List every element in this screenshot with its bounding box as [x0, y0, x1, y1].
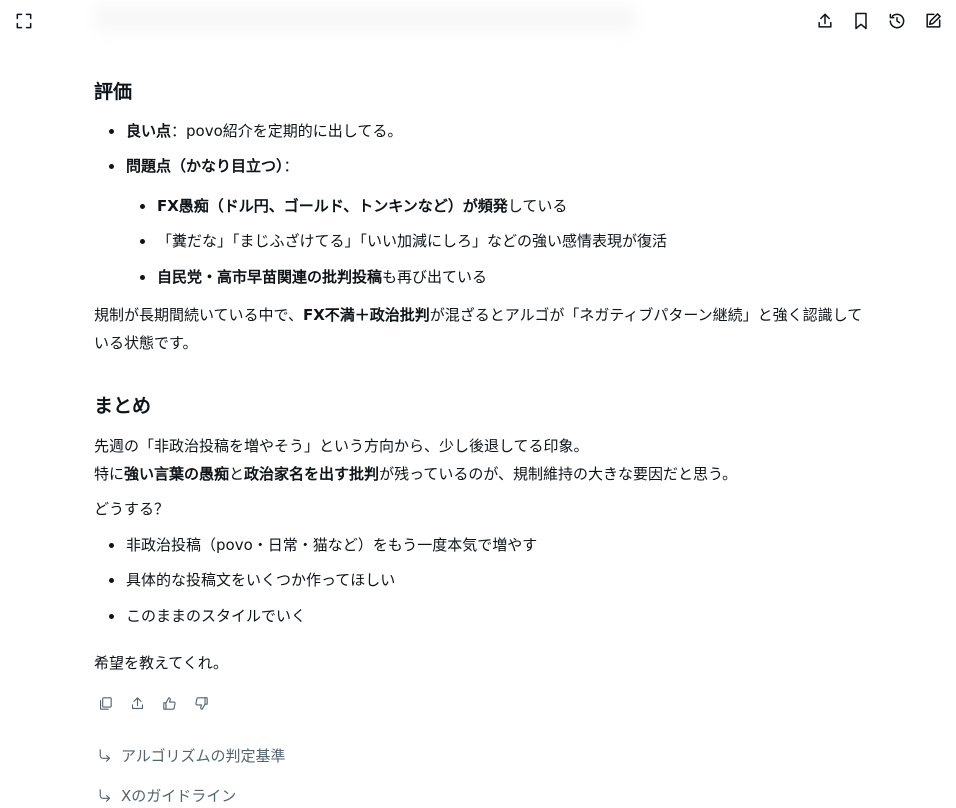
- summary-line-2: 特に強い言葉の愚痴と政治家名を出す批判が残っているのが、規制維持の大きな要因だと…: [94, 464, 737, 484]
- closing-text: 希望を教えてくれ。: [94, 654, 228, 672]
- expand-icon[interactable]: [13, 10, 35, 32]
- problem-text: ：: [283, 157, 299, 175]
- option-item: 非政治投稿（povo・日常・猫など）をもう一度本気で増やす: [108, 536, 538, 554]
- option-item: このままのスタイルでいく: [108, 607, 307, 625]
- sub-item-text: も再び出ている: [382, 268, 488, 286]
- evaluation-conclusion: 規制が長期間続いている中で、FX不満＋政治批判が混ざるとアルゴが「ネガティブパタ…: [94, 301, 864, 357]
- top-bar: [0, 0, 956, 42]
- line2-bold-2: 政治家名を出す批判: [244, 465, 380, 483]
- compose-icon[interactable]: [922, 10, 944, 32]
- list-item-good: 良い点：povo紹介を定期的に出してる。: [108, 121, 403, 141]
- line2-bold-1: 強い言葉の愚痴: [124, 465, 230, 483]
- thumbs-up-icon[interactable]: [160, 694, 178, 712]
- response-actions: [96, 694, 210, 712]
- good-label: 良い点: [126, 122, 172, 140]
- summary-question: どうする？: [94, 500, 170, 518]
- list-item-problem: 問題点（かなり目立つ）：: [109, 156, 299, 176]
- good-text: ：povo紹介を定期的に出してる。: [171, 122, 403, 140]
- bookmark-icon[interactable]: [850, 10, 872, 32]
- line2-pre: 特に: [94, 465, 125, 483]
- sub-item-text: 「糞だな」「まじふざけてる」「いい加減にしろ」などの強い感情表現が復活: [157, 232, 668, 250]
- suggest-arrow-icon: [99, 789, 111, 802]
- sub-list-item: 「糞だな」「まじふざけてる」「いい加減にしろ」などの強い感情表現が復活: [139, 231, 668, 251]
- line2-post: が残っているのが、規制維持の大きな要因だと思う。: [379, 465, 738, 483]
- conclusion-bold: FX不満＋政治批判: [302, 306, 430, 324]
- section-heading-summary: まとめ: [94, 395, 152, 417]
- suggestion-label: アルゴリズムの判定基準: [121, 747, 286, 765]
- copy-icon[interactable]: [96, 694, 114, 712]
- sub-item-bold: 自民党・高市早苗関連の批判投稿: [157, 268, 383, 286]
- suggest-arrow-icon: [99, 749, 111, 762]
- sub-list-item: 自民党・高市早苗関連の批判投稿も再び出ている: [139, 267, 488, 287]
- history-icon[interactable]: [886, 10, 908, 32]
- share-icon[interactable]: [128, 694, 146, 712]
- faded-previous-content: [95, 0, 635, 40]
- sub-item-bold: FX愚痴（ドル円、ゴールド、トンキンなど）が頻発: [157, 197, 508, 215]
- suggestion-item[interactable]: Xのガイドライン: [96, 785, 236, 806]
- conclusion-pre: 規制が長期間続いている中で、: [94, 306, 303, 324]
- section-heading-evaluation: 評価: [94, 81, 133, 103]
- thumbs-down-icon[interactable]: [192, 694, 210, 712]
- suggestion-label: Xのガイドライン: [121, 787, 237, 805]
- suggestion-item[interactable]: アルゴリズムの判定基準: [96, 745, 286, 766]
- summary-line-1: 先週の「非政治投稿を増やそう」という方向から、少し後退してる印象。: [94, 437, 589, 455]
- sub-item-text: している: [507, 197, 568, 215]
- option-item: 具体的な投稿文をいくつか作ってほしい: [108, 571, 396, 589]
- share-icon[interactable]: [814, 10, 836, 32]
- problem-label: 問題点（かなり目立つ）: [126, 157, 284, 175]
- sub-list-item: FX愚痴（ドル円、ゴールド、トンキンなど）が頻発している: [139, 196, 568, 216]
- line2-mid: と: [229, 465, 245, 483]
